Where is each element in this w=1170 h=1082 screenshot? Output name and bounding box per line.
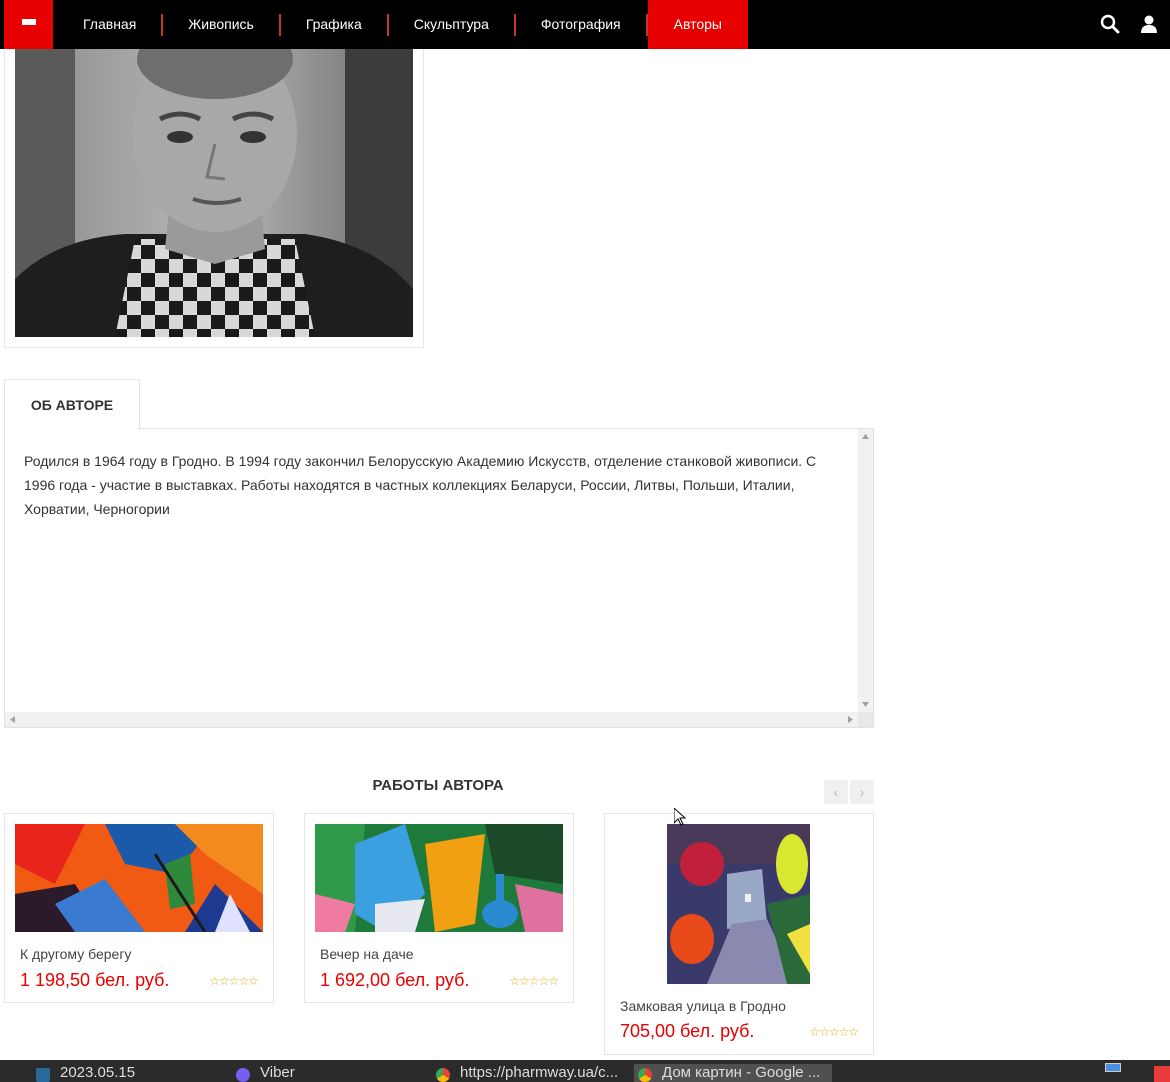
scroll-down-icon[interactable] <box>862 702 869 707</box>
tray-app-icon[interactable] <box>1154 1066 1170 1082</box>
chevron-left-icon: ‹ <box>833 784 839 800</box>
author-photo <box>15 49 413 337</box>
rating-stars: ☆☆☆☆☆ <box>509 974 559 988</box>
nav-item-sculpture[interactable]: Скульптура <box>389 0 514 49</box>
taskbar-item-browser-pharmway[interactable]: https://pharmway.ua/c... <box>436 1064 632 1082</box>
folder-icon <box>36 1068 50 1082</box>
artwork-card[interactable]: Вечер на даче 1 692,00 бел. руб. ☆☆☆☆☆ <box>304 813 574 1003</box>
artwork-card[interactable]: К другому берегу 1 198,50 бел. руб. ☆☆☆☆… <box>4 813 274 1003</box>
artwork-image[interactable] <box>315 824 563 932</box>
carousel-prev-button[interactable]: ‹ <box>824 780 848 804</box>
hamburger-icon <box>21 18 36 31</box>
nav-item-painting[interactable]: Живопись <box>163 0 279 49</box>
scroll-up-icon[interactable] <box>862 434 869 439</box>
main-menu: Главная Живопись Графика Скульптура Фото… <box>58 0 748 49</box>
taskbar-item-viber[interactable]: Viber <box>236 1064 416 1082</box>
artwork-price: 1 692,00 бел. руб. <box>320 970 470 990</box>
taskbar-item-browser-dom-kartin[interactable]: Дом картин - Google ... <box>634 1064 832 1082</box>
author-photo-frame <box>4 49 424 348</box>
artwork-card[interactable]: Замковая улица в Гродно 705,00 бел. руб.… <box>604 813 874 1055</box>
carousel-next-button[interactable]: › <box>850 780 874 804</box>
artwork-title[interactable]: Замковая улица в Гродно <box>620 998 786 1014</box>
artwork-price: 705,00 бел. руб. <box>620 1021 755 1041</box>
top-navbar: Главная Живопись Графика Скульптура Фото… <box>0 0 1170 49</box>
chrome-icon <box>436 1068 450 1082</box>
about-author-panel: Родился в 1964 году в Гродно. В 1994 год… <box>4 428 874 728</box>
menu-toggle-button[interactable] <box>4 0 53 49</box>
rating-stars: ☆☆☆☆☆ <box>209 974 259 988</box>
tab-about-author[interactable]: ОБ АВТОРЕ <box>4 379 140 430</box>
os-taskbar: 2023.05.15 Viber https://pharmway.ua/c..… <box>0 1060 1170 1082</box>
nav-item-authors[interactable]: Авторы <box>647 0 748 49</box>
search-icon[interactable] <box>1100 14 1120 34</box>
user-icon[interactable] <box>1139 14 1159 34</box>
artwork-title[interactable]: Вечер на даче <box>320 946 414 962</box>
scroll-right-icon[interactable] <box>848 716 853 723</box>
works-section-title: РАБОТЫ АВТОРА <box>372 777 504 794</box>
network-icon[interactable] <box>1105 1063 1121 1072</box>
vertical-scrollbar[interactable] <box>858 429 873 712</box>
nav-item-home[interactable]: Главная <box>58 0 161 49</box>
author-biography: Родился в 1964 году в Гродно. В 1994 год… <box>24 453 817 517</box>
nav-item-graphics[interactable]: Графика <box>281 0 387 49</box>
artwork-image[interactable] <box>667 824 810 984</box>
taskbar-item-date[interactable]: 2023.05.15 <box>36 1064 216 1082</box>
artwork-image[interactable] <box>15 824 263 932</box>
rating-stars: ☆☆☆☆☆ <box>809 1025 859 1039</box>
chevron-right-icon: › <box>859 784 865 800</box>
artwork-price: 1 198,50 бел. руб. <box>20 970 170 990</box>
scroll-left-icon[interactable] <box>10 716 15 723</box>
horizontal-scrollbar[interactable] <box>5 712 858 727</box>
viber-icon <box>236 1068 250 1082</box>
artwork-title[interactable]: К другому берегу <box>20 946 131 962</box>
nav-item-photography[interactable]: Фотография <box>516 0 646 49</box>
scrollbar-corner <box>858 712 873 727</box>
mouse-cursor-icon <box>674 808 686 826</box>
chrome-icon <box>638 1068 652 1082</box>
